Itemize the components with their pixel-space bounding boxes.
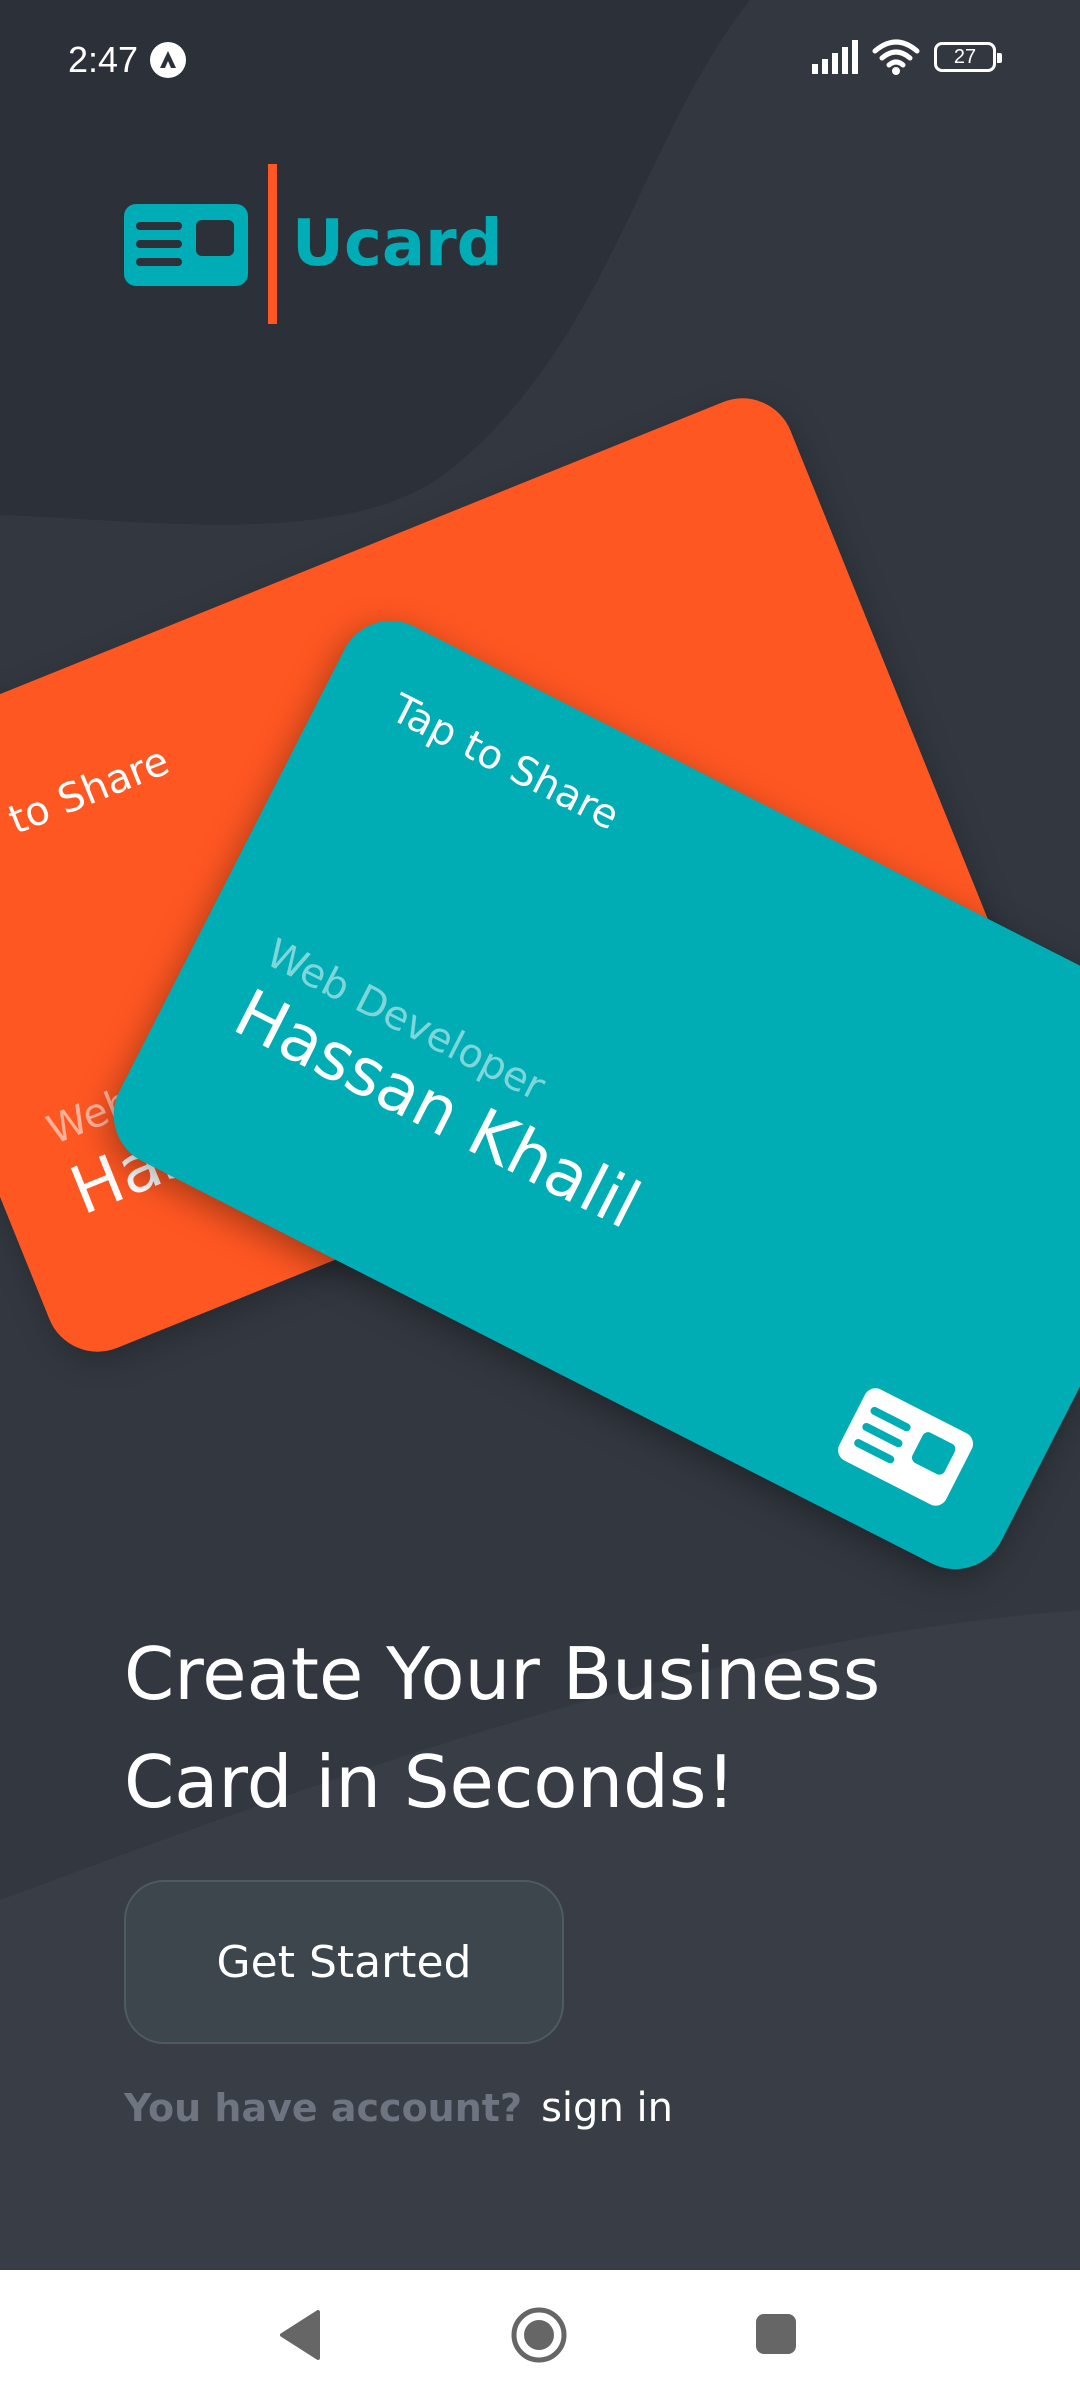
a-circle-icon (150, 42, 186, 78)
signin-prompt: You have account? (124, 2086, 522, 2130)
status-bar: 2:47 27 (0, 0, 1080, 120)
navigation-bar (0, 2270, 1080, 2400)
battery-icon: 27 (934, 42, 1002, 72)
get-started-button[interactable]: Get Started (124, 1880, 564, 2044)
back-triangle-icon[interactable] (278, 2310, 322, 2360)
status-time: 2:47 (68, 39, 139, 80)
cellular-signal-icon (812, 40, 858, 74)
logo-divider (268, 164, 277, 324)
id-card-icon (124, 204, 248, 286)
recents-square-icon[interactable] (756, 2314, 796, 2354)
home-circle-icon[interactable] (510, 2306, 568, 2364)
app-logo: Ucard (124, 162, 504, 332)
app-name: Ucard (292, 207, 503, 281)
signin-link[interactable]: sign in (541, 2085, 673, 2131)
signin-row: You have account? sign in (124, 2080, 673, 2136)
battery-level: 27 (953, 46, 977, 68)
wifi-icon (872, 39, 920, 75)
headline: Create Your Business Card in Seconds! (124, 1632, 881, 1824)
card-tap-to-share: Tap to Share (0, 738, 176, 874)
id-card-icon (838, 1388, 974, 1506)
